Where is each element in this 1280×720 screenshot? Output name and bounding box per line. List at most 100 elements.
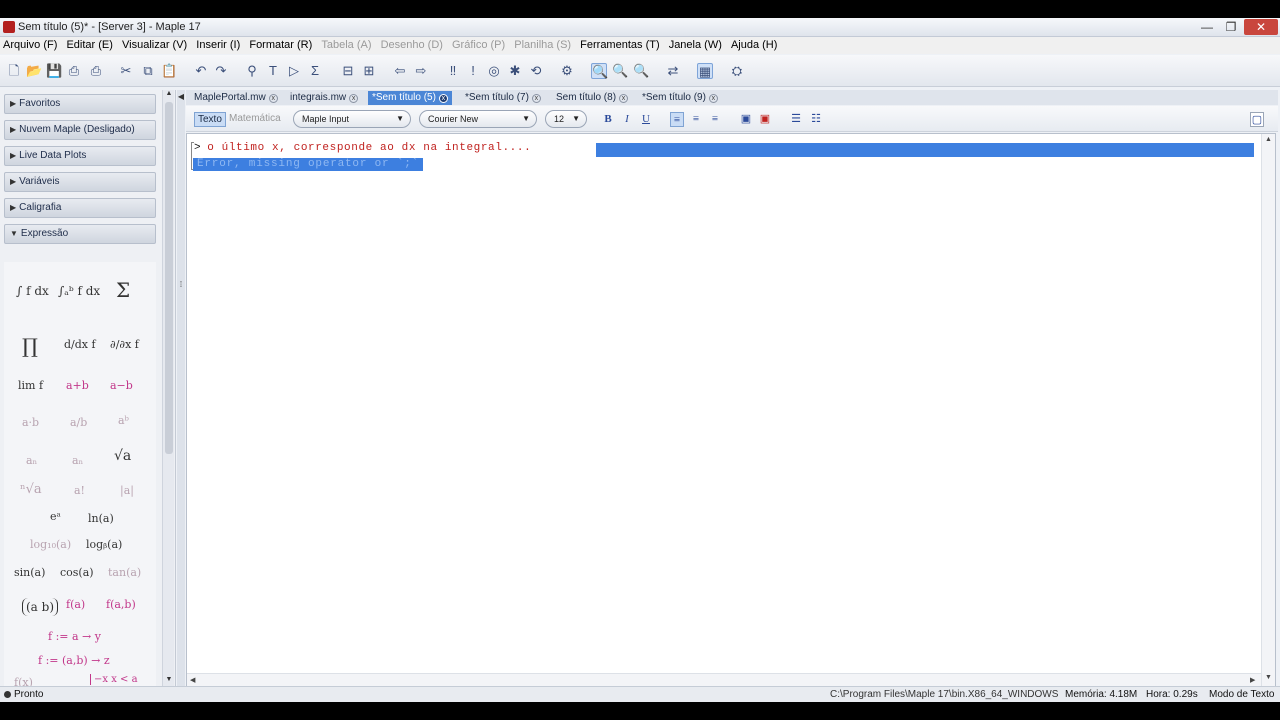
italic-button[interactable]: I	[620, 112, 634, 127]
redo-icon[interactable]: ↷	[213, 63, 229, 79]
font-combo[interactable]: Courier New ▼	[419, 110, 537, 128]
menu-planilha[interactable]: Planilha (S)	[511, 37, 574, 51]
menu-editar[interactable]: Editar (E)	[63, 37, 115, 51]
palette-symbol-ln[interactable]: ln(a)	[88, 512, 114, 525]
prompt-icon[interactable]: ▷	[286, 63, 302, 79]
palette-symbol-piecewise[interactable]: −x x < a	[90, 674, 138, 685]
palette-caligrafia[interactable]: ▶ Caligrafia	[4, 198, 156, 218]
panel-splitter[interactable]: ◀ ⁞	[177, 90, 185, 688]
palette-expressao[interactable]: ▼ Expressão	[4, 224, 156, 244]
palette-symbol-binomial[interactable]: (a b)	[22, 598, 59, 616]
close-tab-icon[interactable]: x	[708, 94, 718, 103]
menu-ajuda[interactable]: Ajuda (H)	[728, 37, 780, 51]
scroll-down-arrow-icon[interactable]: ▼	[1265, 674, 1272, 681]
worksheet-horizontal-scrollbar[interactable]: ◀ ▶	[187, 673, 1261, 687]
close-tab-icon[interactable]: x	[268, 94, 278, 103]
palette-nuvem-maple[interactable]: ▶ Nuvem Maple (Desligado)	[4, 120, 156, 140]
palette-symbol-indefinite-integral[interactable]: ∫ f dx	[16, 284, 49, 298]
swap-icon[interactable]: ⇄	[665, 63, 681, 79]
layout-icon[interactable]: ▦	[697, 63, 713, 79]
bold-button[interactable]: B	[601, 112, 615, 127]
back-arrow-icon[interactable]: ⇦	[392, 63, 408, 79]
minimize-button[interactable]: —	[1196, 19, 1218, 35]
open-folder-icon[interactable]: 📂	[26, 63, 42, 79]
ungroup-icon[interactable]: ⊞	[361, 63, 377, 79]
help-icon[interactable]: ⛭	[729, 63, 745, 79]
scroll-left-arrow-icon[interactable]: ◀	[190, 676, 195, 684]
tab-sem-titulo-9[interactable]: *Sem título (9) x	[638, 91, 722, 105]
menu-tabela[interactable]: Tabela (A)	[318, 37, 374, 51]
palette-live-data-plots[interactable]: ▶ Live Data Plots	[4, 146, 156, 166]
fullscreen-icon[interactable]: ▢	[1250, 112, 1264, 127]
find-icon[interactable]: ⚲	[244, 63, 260, 79]
copy-icon[interactable]: ⧉	[140, 63, 156, 79]
palette-symbol-function-two-args[interactable]: f(a,b)	[106, 598, 136, 611]
palette-symbol-nth-root[interactable]: ⁿ√a	[20, 482, 42, 497]
group-icon[interactable]: ⊟	[340, 63, 356, 79]
palette-symbol-derivative[interactable]: d/dx f	[64, 338, 96, 351]
forward-arrow-icon[interactable]: ⇨	[413, 63, 429, 79]
menu-arquivo[interactable]: Arquivo (F)	[0, 37, 60, 51]
zoom-100-icon[interactable]: 🔍	[591, 63, 608, 79]
palette-symbol-log10[interactable]: log₁₀(a)	[30, 538, 71, 551]
tab-sem-titulo-5[interactable]: *Sem título (5) x	[368, 91, 452, 105]
menu-inserir[interactable]: Inserir (I)	[193, 37, 243, 51]
palette-symbol-absolute[interactable]: |a|	[120, 484, 134, 497]
highlight-color-icon[interactable]: ▣	[758, 112, 772, 127]
palette-symbol-tan[interactable]: tan(a)	[108, 566, 141, 579]
align-right-icon[interactable]: ≡	[708, 112, 722, 127]
palette-symbol-multiplication[interactable]: a·b	[22, 416, 39, 429]
menu-formatar[interactable]: Formatar (R)	[246, 37, 315, 51]
underline-button[interactable]: U	[639, 112, 653, 127]
print-preview-icon[interactable]: ⎙	[88, 63, 104, 79]
palette-symbol-subscript[interactable]: aₙ	[26, 454, 37, 467]
worksheet[interactable]: > o último x, corresponde ao dx na integ…	[186, 133, 1276, 688]
palette-symbol-cos[interactable]: cos(a)	[60, 566, 94, 579]
input-text[interactable]: o último x, corresponde ao dx na integra…	[207, 142, 531, 154]
restart-icon[interactable]: ⟲	[528, 63, 544, 79]
execute-all-icon[interactable]: ‼	[445, 63, 461, 79]
palette-symbol-arrow-function[interactable]: f := a → y	[48, 630, 101, 643]
settings-icon[interactable]: ⚙	[559, 63, 575, 79]
menu-desenho[interactable]: Desenho (D)	[378, 37, 446, 51]
palette-symbol-addition[interactable]: a+b	[66, 379, 89, 392]
collapse-left-arrow-icon[interactable]: ◀	[177, 92, 185, 101]
close-tab-icon[interactable]: x	[349, 94, 359, 103]
sum-icon[interactable]: Σ	[307, 63, 323, 79]
palette-symbol-definite-integral[interactable]: ∫ₐᵇ f dx	[58, 284, 100, 298]
palette-symbol-subtraction[interactable]: a−b	[110, 379, 133, 392]
tab-integrais[interactable]: integrais.mw x	[286, 91, 362, 105]
align-left-icon[interactable]: ≡	[670, 112, 684, 127]
debug-icon[interactable]: ✱	[507, 63, 523, 79]
palette-symbol-subscript-alt[interactable]: aₙ	[72, 454, 83, 467]
close-window-button[interactable]: ✕	[1244, 19, 1278, 35]
palette-symbol-sin[interactable]: sin(a)	[14, 566, 45, 579]
palette-symbol-logb[interactable]: logᵦ(a)	[86, 538, 122, 551]
new-document-icon[interactable]: 🗋	[6, 63, 22, 79]
text-icon[interactable]: T	[265, 63, 281, 79]
save-icon[interactable]: 💾	[46, 63, 62, 79]
text-color-icon[interactable]: ▣	[739, 112, 753, 127]
font-size-combo[interactable]: 12 ▼	[545, 110, 587, 128]
palette-variaveis[interactable]: ▶ Variáveis	[4, 172, 156, 192]
text-mode-button[interactable]: Texto	[194, 112, 226, 127]
scroll-up-arrow-icon[interactable]: ▲	[163, 90, 175, 97]
scroll-down-arrow-icon[interactable]: ▼	[163, 676, 175, 683]
palette-symbol-division[interactable]: a/b	[70, 416, 87, 429]
stop-icon[interactable]: ◎	[486, 63, 502, 79]
palette-symbol-power[interactable]: aᵇ	[118, 414, 129, 427]
print-icon[interactable]: ⎙	[66, 63, 82, 79]
palette-symbol-factorial[interactable]: a!	[74, 484, 85, 497]
zoom-150-icon[interactable]: 🔍	[612, 63, 628, 79]
style-combo[interactable]: Maple Input ▼	[293, 110, 411, 128]
palette-symbol-exp[interactable]: eᵃ	[50, 510, 61, 523]
zoom-200-icon[interactable]: 🔍	[633, 63, 649, 79]
bullet-list-icon[interactable]: ☰	[789, 112, 803, 127]
italic-execute-icon[interactable]: !	[465, 63, 481, 79]
palette-favoritos[interactable]: ▶ Favoritos	[4, 94, 156, 114]
worksheet-vertical-scrollbar[interactable]: ▲ ▼	[1261, 134, 1275, 687]
menu-grafico[interactable]: Gráfico (P)	[449, 37, 508, 51]
palette-symbol-sqrt[interactable]: √a	[114, 448, 131, 464]
numbered-list-icon[interactable]: ☷	[809, 112, 823, 127]
palette-symbol-partial-derivative[interactable]: ∂/∂x f	[110, 338, 139, 351]
